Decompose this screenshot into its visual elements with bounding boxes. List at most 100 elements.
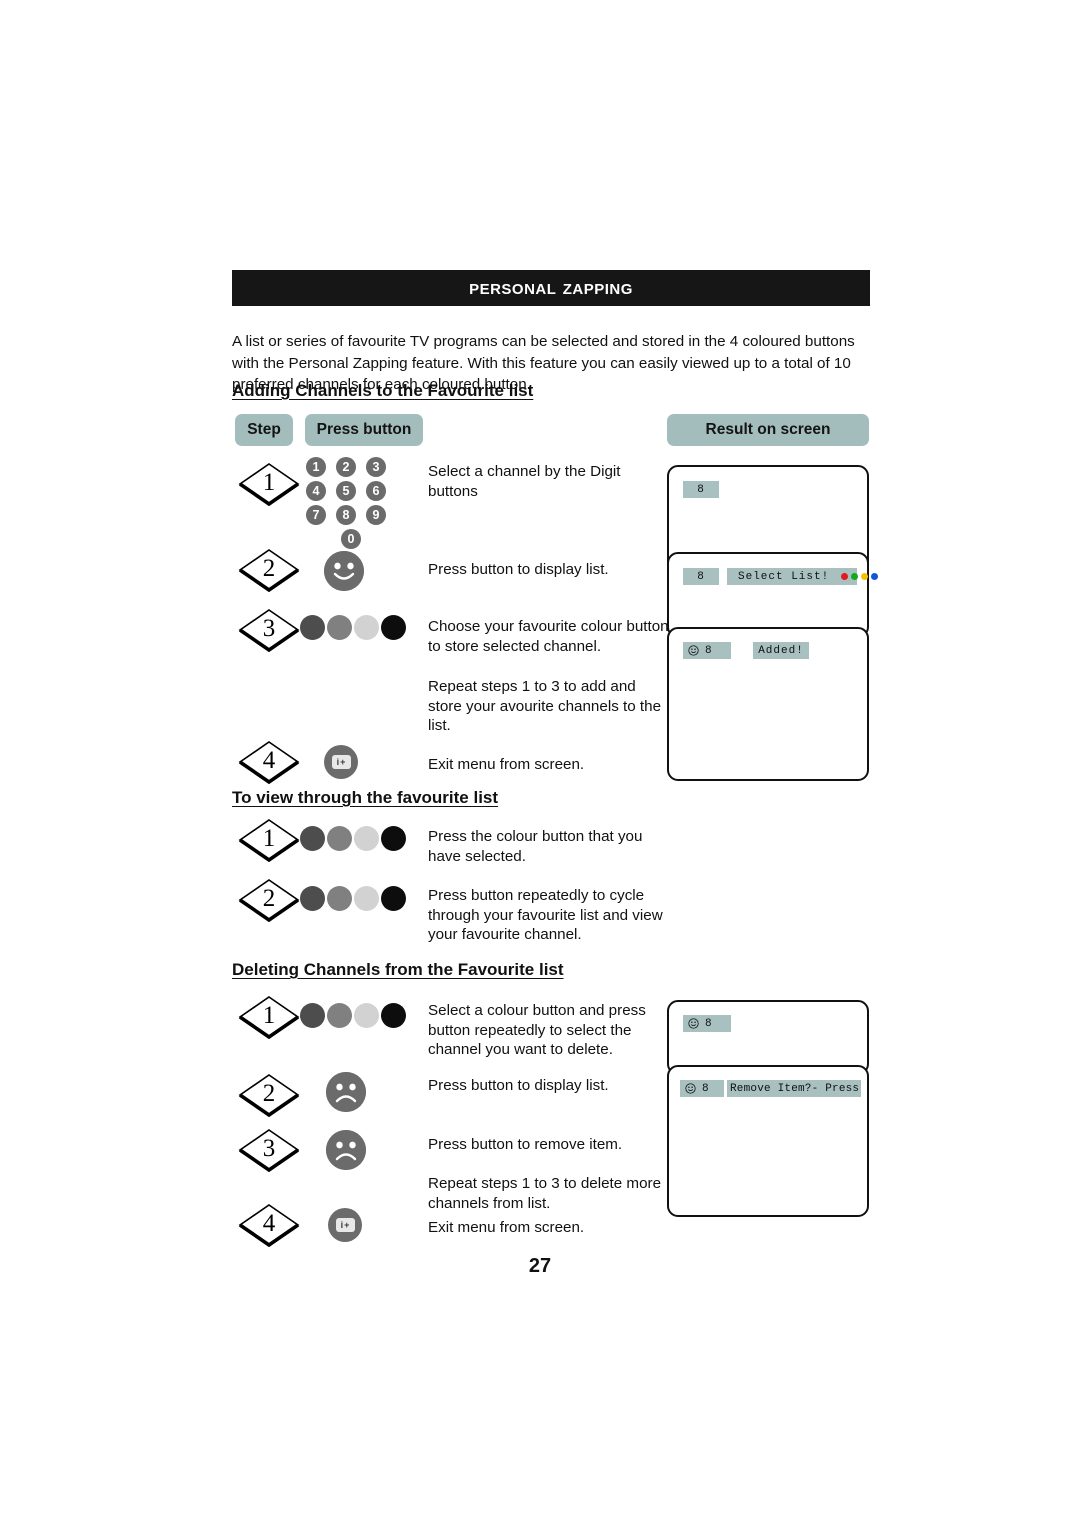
section-heading-view: To view through the favourite list — [232, 788, 499, 807]
column-header-step: Step — [235, 414, 293, 446]
digit-key-7[interactable]: 7 — [306, 505, 326, 525]
step-instruction-add-1: Select a channel by the Digit buttons — [428, 463, 621, 500]
menu-glyph-i: i — [336, 756, 340, 767]
colour-buttons-view-2[interactable] — [300, 886, 406, 911]
osd-channel-number: 8 — [705, 644, 713, 657]
step-number: 1 — [262, 1002, 276, 1029]
step-number: 1 — [262, 469, 276, 496]
step-number: 3 — [262, 615, 276, 642]
osd-dot-yellow — [861, 573, 869, 580]
sad-face-button-delete-3[interactable] — [326, 1130, 366, 1170]
digit-key-9[interactable]: 9 — [366, 505, 386, 525]
sad-face-icon — [326, 1072, 366, 1112]
blue-button[interactable] — [381, 826, 406, 851]
smiley-face-icon — [688, 645, 699, 656]
blue-button[interactable] — [381, 1003, 406, 1028]
smiley-face-icon — [324, 551, 364, 591]
menu-glyph-i: i — [340, 1219, 344, 1230]
green-button[interactable] — [327, 1003, 352, 1028]
menu-exit-button-delete[interactable]: i + — [328, 1208, 362, 1242]
step-marker-add-4: 4 — [238, 740, 300, 784]
menu-glyph-plus: + — [344, 1219, 350, 1230]
green-button[interactable] — [327, 615, 352, 640]
menu-exit-button[interactable]: i + — [324, 745, 358, 779]
keypad-row: 7 8 9 — [306, 505, 396, 525]
osd-added-bar: Added! — [753, 642, 809, 659]
keypad-row: 1 2 3 — [306, 457, 396, 477]
step-marker-delete-3: 3 — [238, 1128, 300, 1172]
osd-colour-dots — [841, 573, 879, 580]
yellow-button[interactable] — [354, 1003, 379, 1028]
red-button[interactable] — [300, 886, 325, 911]
colour-buttons-view-1[interactable] — [300, 826, 406, 851]
digit-key-4[interactable]: 4 — [306, 481, 326, 501]
step-number: 2 — [262, 885, 276, 912]
page-title: Personal Zapping — [469, 276, 633, 299]
colour-buttons-delete-1[interactable] — [300, 1003, 406, 1028]
digit-key-0[interactable]: 0 — [341, 529, 361, 549]
step-instruction-delete-2: Press button to display list. — [428, 1077, 609, 1094]
digit-keypad[interactable]: 1 2 3 4 5 6 7 8 9 0 — [306, 457, 396, 553]
red-button[interactable] — [300, 826, 325, 851]
step-marker-add-1: 1 — [238, 462, 300, 506]
keypad-row: 0 — [306, 529, 396, 549]
step-marker-delete-1: 1 — [238, 995, 300, 1039]
page-number: 27 — [528, 1255, 552, 1277]
digit-key-3[interactable]: 3 — [366, 457, 386, 477]
green-button[interactable] — [327, 826, 352, 851]
step-number: 2 — [262, 1080, 276, 1107]
step-marker-add-3: 3 — [238, 608, 300, 652]
blue-button[interactable] — [381, 886, 406, 911]
digit-key-6[interactable]: 6 — [366, 481, 386, 501]
step-marker-view-1: 1 — [238, 818, 300, 862]
step-instruction-add-repeat: Repeat steps 1 to 3 to add and store you… — [428, 678, 662, 734]
step-marker-delete-2: 2 — [238, 1073, 300, 1117]
keypad-row: 4 5 6 — [306, 481, 396, 501]
colour-buttons-add-3[interactable] — [300, 615, 406, 640]
osd-select-list-text: Select List! — [738, 570, 830, 583]
osd-channel-bar: 8 — [680, 1080, 724, 1097]
step-marker-add-2: 2 — [238, 548, 300, 592]
digit-key-5[interactable]: 5 — [336, 481, 356, 501]
osd-channel-number: 8 — [702, 1082, 710, 1095]
digit-key-8[interactable]: 8 — [336, 505, 356, 525]
green-button[interactable] — [327, 886, 352, 911]
page-title-bar: Personal Zapping — [232, 270, 870, 306]
step-instruction-delete-4: Exit menu from screen. — [428, 1219, 585, 1236]
sad-face-icon — [326, 1130, 366, 1170]
manual-page: Personal Zapping A list or series of fav… — [0, 0, 1080, 1528]
section-heading-adding: Adding Channels to the Favourite list — [232, 381, 534, 400]
step-number: 2 — [262, 555, 276, 582]
osd-channel-number: 8 — [697, 570, 705, 583]
osd-channel-bar: 8 — [683, 481, 719, 498]
digit-key-1[interactable]: 1 — [306, 457, 326, 477]
digit-key-2[interactable]: 2 — [336, 457, 356, 477]
step-number: 4 — [262, 747, 276, 774]
osd-remove-item-text: Remove Item?- Press — [730, 1082, 860, 1095]
blue-button[interactable] — [381, 615, 406, 640]
result-screen-add-2: 8 Select List! — [667, 552, 879, 638]
section-heading-delete: Deleting Channels from the Favourite lis… — [232, 960, 564, 979]
osd-remove-item-bar: Remove Item?- Press — [727, 1080, 861, 1097]
osd-channel-bar: 8 — [683, 642, 731, 659]
red-button[interactable] — [300, 615, 325, 640]
yellow-button[interactable] — [354, 826, 379, 851]
osd-channel-number: 8 — [697, 483, 705, 496]
menu-glyph-plus: + — [340, 756, 346, 767]
red-button[interactable] — [300, 1003, 325, 1028]
info-plus-icon: i + — [335, 1218, 355, 1232]
step-number: 1 — [262, 825, 276, 852]
osd-dot-green — [851, 573, 859, 580]
step-instruction-delete-3: Press button to remove item. — [428, 1136, 623, 1153]
step-instruction-view-2: Press button repeatedly to cycle through… — [428, 887, 663, 943]
yellow-button[interactable] — [354, 886, 379, 911]
step-instruction-view-1: Press the colour button that you have se… — [428, 828, 643, 865]
result-screen-delete-1: 8 — [667, 1000, 869, 1075]
osd-channel-bar: 8 — [683, 568, 719, 585]
result-screen-delete-2: 8 Remove Item?- Press — [667, 1065, 869, 1217]
sad-face-button-delete-2[interactable] — [326, 1072, 366, 1112]
smiley-face-button[interactable] — [324, 551, 364, 591]
step-instruction-delete-repeat: Repeat steps 1 to 3 to delete more chann… — [428, 1175, 662, 1212]
column-header-press-button: Press button — [305, 414, 423, 446]
yellow-button[interactable] — [354, 615, 379, 640]
